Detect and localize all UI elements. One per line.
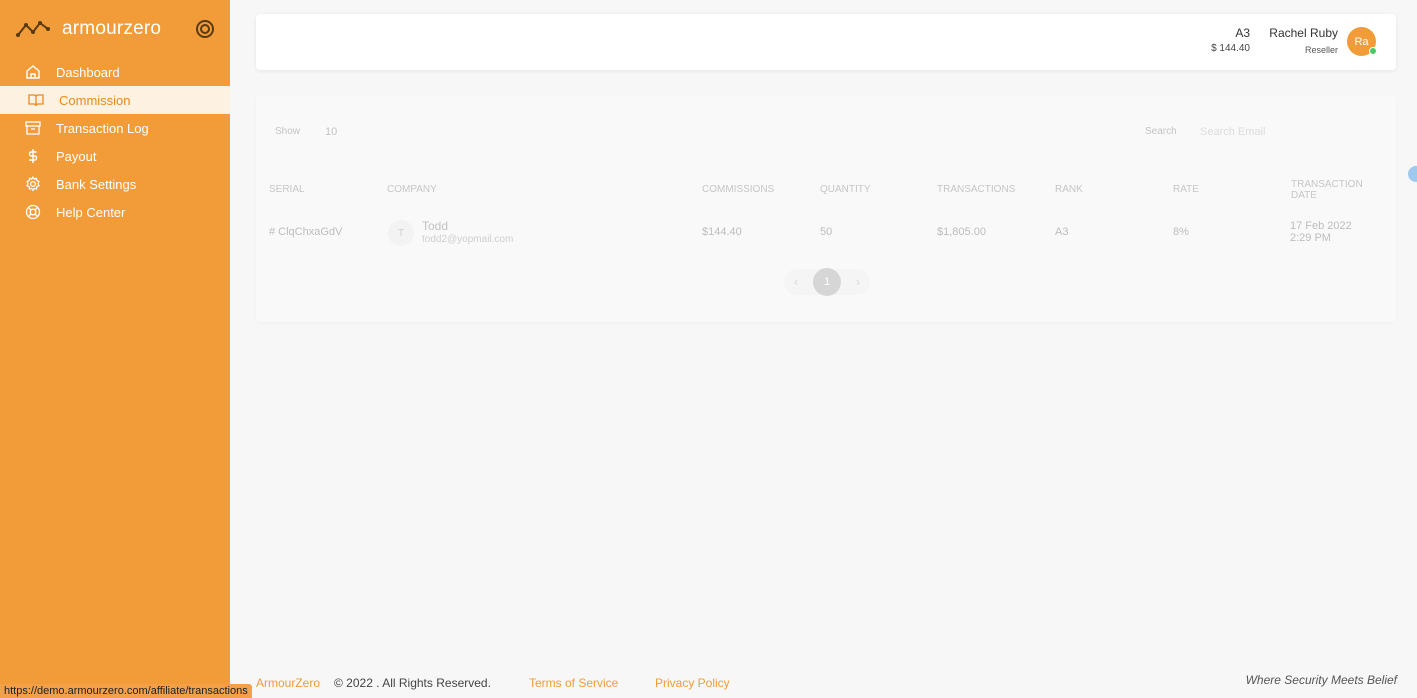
cell-serial: # ClqChxaGdV xyxy=(269,226,343,238)
column-header-serial[interactable]: SERIAL xyxy=(269,184,305,195)
dollar-icon xyxy=(24,147,42,165)
browser-status-url: https://demo.armourzero.com/affiliate/tr… xyxy=(0,684,252,698)
avatar[interactable]: Ra xyxy=(1347,27,1377,56)
sidebar-item-label: Payout xyxy=(56,148,97,164)
floating-handle[interactable] xyxy=(1408,166,1417,182)
company-avatar: T xyxy=(388,220,414,246)
user-name: Rachel Ruby xyxy=(1269,26,1338,40)
footer-tagline: Where Security Meets Belief xyxy=(1245,673,1397,687)
avatar-initials: Ra xyxy=(1354,35,1369,48)
user-info[interactable]: Rachel Ruby Reseller xyxy=(1269,26,1338,55)
lifebuoy-icon xyxy=(24,203,42,221)
search-label: Search xyxy=(1145,126,1177,137)
sidebar-item-label: Commission xyxy=(59,92,131,108)
sidebar-nav: Dashboard Commission Transaction Log Pay… xyxy=(0,58,230,226)
cell-transaction-date: 17 Feb 2022 2:29 PM xyxy=(1290,220,1352,244)
sidebar-item-help-center[interactable]: Help Center xyxy=(0,198,230,226)
time-text: 2:29 PM xyxy=(1290,232,1331,244)
commission-table-card: Show 10 Search SERIAL COMPANY COMMISSION… xyxy=(256,96,1396,322)
column-header-rank[interactable]: RANK xyxy=(1055,184,1083,195)
cell-quantity: 50 xyxy=(820,226,833,238)
cell-commissions: $144.40 xyxy=(702,226,742,238)
logo-icon xyxy=(16,21,50,37)
cell-company-name: Todd xyxy=(422,219,449,233)
sidebar-item-label: Help Center xyxy=(56,204,126,220)
home-icon xyxy=(24,63,42,81)
sidebar: armourzero Dashboard Commission Transact… xyxy=(0,0,230,698)
sidebar-toggle-icon[interactable] xyxy=(196,20,214,38)
date-text: 17 Feb 2022 xyxy=(1290,220,1352,232)
sidebar-item-bank-settings[interactable]: Bank Settings xyxy=(0,170,230,198)
privacy-link[interactable]: Privacy Policy xyxy=(655,676,730,690)
search-input[interactable] xyxy=(1200,123,1380,141)
page-button-current[interactable]: 1 xyxy=(813,268,841,296)
archive-icon xyxy=(24,119,42,137)
prev-page-button[interactable]: ‹ xyxy=(790,275,802,289)
cell-transactions: $1,805.00 xyxy=(937,226,986,238)
page-size-select[interactable]: 10 xyxy=(325,126,337,138)
column-header-commissions[interactable]: COMMISSIONS xyxy=(702,184,774,195)
next-page-button[interactable]: › xyxy=(852,275,864,289)
user-balance: $ 144.40 xyxy=(1211,43,1250,54)
column-header-transactions[interactable]: TRANSACTIONS xyxy=(937,184,1015,195)
column-header-transaction-date[interactable]: TRANSACTION DATE xyxy=(1291,179,1381,201)
terms-link[interactable]: Terms of Service xyxy=(529,676,618,690)
cell-rank: A3 xyxy=(1055,226,1069,238)
brand-name: armourzero xyxy=(62,18,162,39)
sidebar-item-label: Bank Settings xyxy=(56,176,137,192)
gear-icon xyxy=(24,175,42,193)
user-role: Reseller xyxy=(1304,45,1338,55)
sidebar-item-label: Transaction Log xyxy=(56,120,149,136)
sidebar-item-commission[interactable]: Commission xyxy=(0,86,230,114)
cell-company-email: todd2@yopmail.com xyxy=(422,234,514,245)
pagination: ‹ 1 › xyxy=(784,268,870,296)
sidebar-item-transaction-log[interactable]: Transaction Log xyxy=(0,114,230,142)
show-label: Show xyxy=(275,126,301,137)
footer: ArmourZero © 2022 . All Rights Reserved.… xyxy=(256,673,1397,692)
user-rank: A3 xyxy=(1235,26,1250,40)
top-header: A3 $ 144.40 Rachel Ruby Reseller Ra xyxy=(256,14,1396,70)
cell-rate: 8% xyxy=(1173,226,1189,238)
book-icon xyxy=(27,91,45,109)
online-status-icon xyxy=(1369,47,1377,55)
footer-copyright: © 2022 . All Rights Reserved. xyxy=(334,676,491,690)
sidebar-item-payout[interactable]: Payout xyxy=(0,142,230,170)
rank-balance: A3 $ 144.40 xyxy=(1211,26,1250,54)
brand[interactable]: armourzero xyxy=(16,16,216,42)
column-header-rate[interactable]: RATE xyxy=(1173,184,1199,195)
column-header-company[interactable]: COMPANY xyxy=(387,184,437,195)
sidebar-item-dashboard[interactable]: Dashboard xyxy=(0,58,230,86)
footer-brand-link[interactable]: ArmourZero xyxy=(256,676,320,690)
sidebar-item-label: Dashboard xyxy=(56,64,120,80)
column-header-quantity[interactable]: QUANTITY xyxy=(820,184,871,195)
